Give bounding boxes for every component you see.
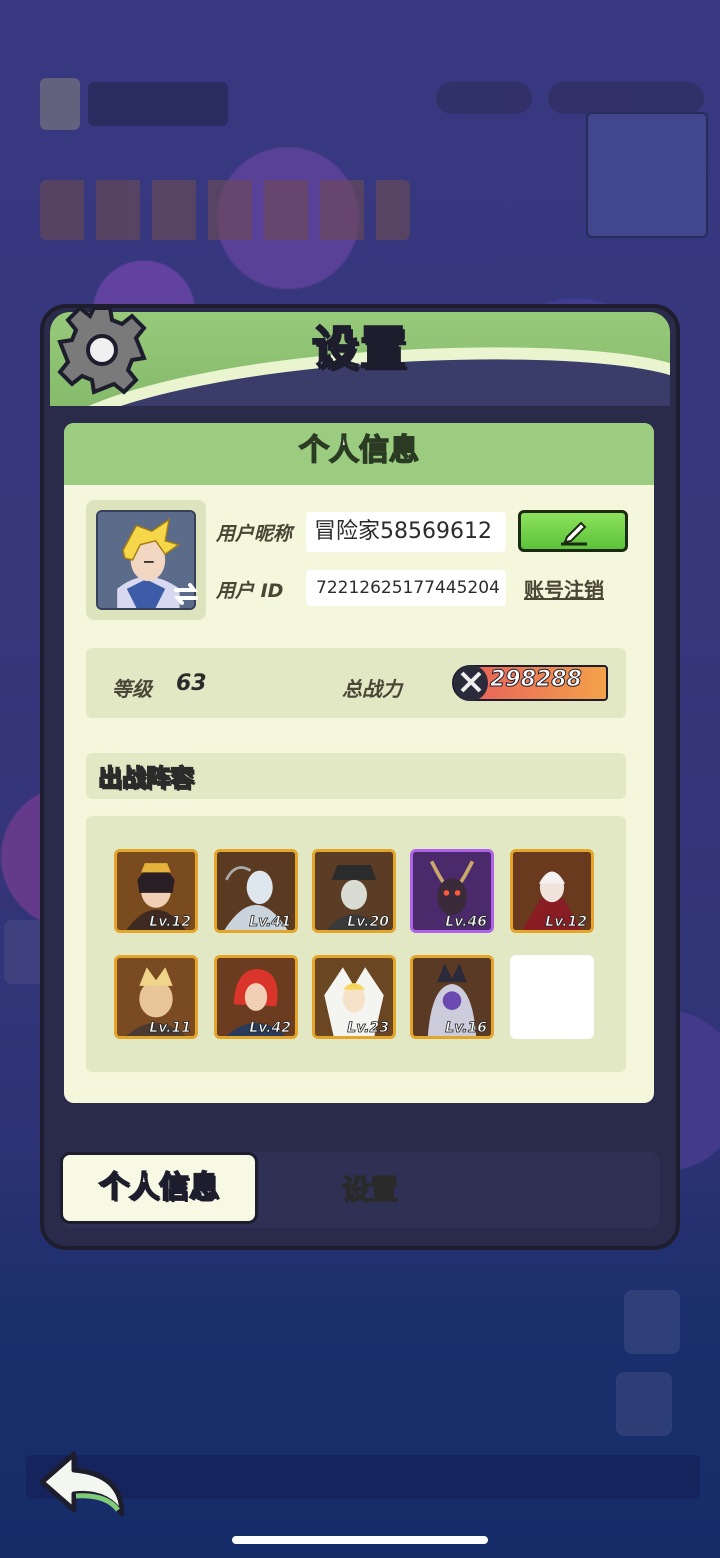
user-id-field: 72212625177445204	[306, 570, 506, 606]
tab-profile[interactable]: 个人信息	[60, 1152, 258, 1224]
hero-slot[interactable]: Lv.12	[510, 849, 594, 933]
hero-level: Lv.46	[445, 914, 488, 930]
hero-level: Lv.42	[249, 1020, 292, 1036]
hero-level: Lv.41	[249, 914, 292, 930]
home-indicator[interactable]	[232, 1536, 488, 1544]
hero-slot[interactable]: Lv.41	[214, 849, 298, 933]
empty-hero-slot[interactable]	[510, 955, 594, 1039]
hero-level: Lv.16	[445, 1020, 488, 1036]
hero-level: Lv.23	[347, 1020, 390, 1036]
level-label: 等级	[112, 677, 152, 701]
swords-icon	[454, 665, 488, 701]
cancel-account-link[interactable]: 账号注销	[524, 574, 604, 603]
back-arrow-icon[interactable]	[36, 1448, 132, 1520]
user-id-label: 用户 ID	[216, 580, 284, 602]
edit-nickname-button[interactable]	[518, 510, 628, 552]
hero-slot[interactable]: Lv.46	[410, 849, 494, 933]
hero-level: Lv.11	[149, 1020, 192, 1036]
lineup-title: 出战阵容	[97, 763, 195, 793]
hero-slot[interactable]: Lv.20	[312, 849, 396, 933]
power-label: 总战力	[342, 677, 402, 701]
hero-slot[interactable]: Lv.11	[114, 955, 198, 1039]
nickname-field: 冒险家58569612	[306, 512, 506, 552]
power-value: 298288	[490, 667, 583, 693]
tab-settings[interactable]: 设置	[300, 1160, 440, 1220]
panel-title: 设置	[311, 320, 408, 376]
hero-level: Lv.12	[545, 914, 588, 930]
hero-slot[interactable]: Lv.16	[410, 955, 494, 1039]
hero-slot[interactable]: Lv.42	[214, 955, 298, 1039]
pencil-icon	[561, 521, 587, 546]
avatar-frame[interactable]	[86, 500, 206, 620]
hero-slot[interactable]: Lv.23	[312, 955, 396, 1039]
hero-slot[interactable]: Lv.12	[114, 849, 198, 933]
level-value: 63	[176, 671, 207, 696]
hero-level: Lv.12	[149, 914, 192, 930]
nickname-label: 用户昵称	[216, 523, 293, 545]
power-badge: 298288	[452, 665, 608, 701]
section-title: 个人信息	[64, 423, 654, 485]
swap-icon[interactable]	[172, 580, 200, 608]
hero-level: Lv.20	[347, 914, 390, 930]
